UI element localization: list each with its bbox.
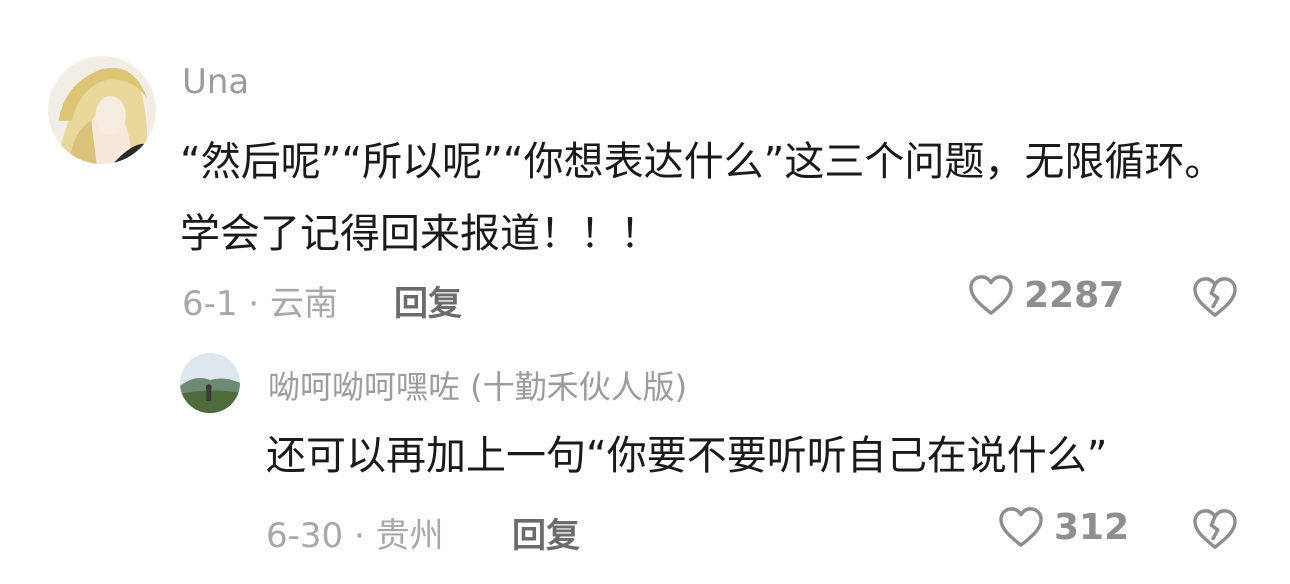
comment-date: 6-1 [182, 284, 238, 324]
comment-location: 贵州 [375, 516, 444, 556]
meta-separator: · [237, 284, 270, 324]
comment-text: “然后呢”“所以呢”“你想表达什么”这三个问题，无限循环。学会了记得回来报道！！… [180, 139, 1225, 257]
heart-outline-icon [969, 275, 1013, 315]
avatar-image [48, 56, 156, 164]
dislike-button[interactable] [1192, 508, 1238, 554]
username[interactable]: 呦呵呦呵嘿咗 (十勤禾伙人版) [268, 362, 687, 408]
username[interactable]: Una [182, 62, 249, 102]
comment-meta: 6-30 · 贵州 [266, 508, 444, 557]
dislike-button[interactable] [1192, 276, 1238, 322]
like-count: 312 [1054, 506, 1130, 548]
avatar-image [180, 353, 240, 413]
broken-heart-icon [1193, 277, 1237, 317]
reply-button[interactable]: 回复 [512, 508, 580, 557]
broken-heart-icon [1193, 509, 1237, 549]
comment-meta: 6-1 · 云南 [182, 276, 338, 325]
meta-separator: · [343, 516, 376, 556]
like-count: 2287 [1024, 274, 1125, 316]
like-button[interactable]: 312 [998, 506, 1129, 548]
avatar[interactable] [180, 353, 240, 413]
comment-date: 6-30 [266, 516, 344, 556]
comment-text: 还可以再加上一句“你要不要听听自己在说什么” [266, 433, 1108, 479]
comment-location: 云南 [269, 284, 338, 324]
heart-outline-icon [999, 507, 1043, 547]
reply-button[interactable]: 回复 [394, 276, 462, 325]
like-button[interactable]: 2287 [968, 274, 1124, 316]
avatar[interactable] [48, 56, 156, 164]
